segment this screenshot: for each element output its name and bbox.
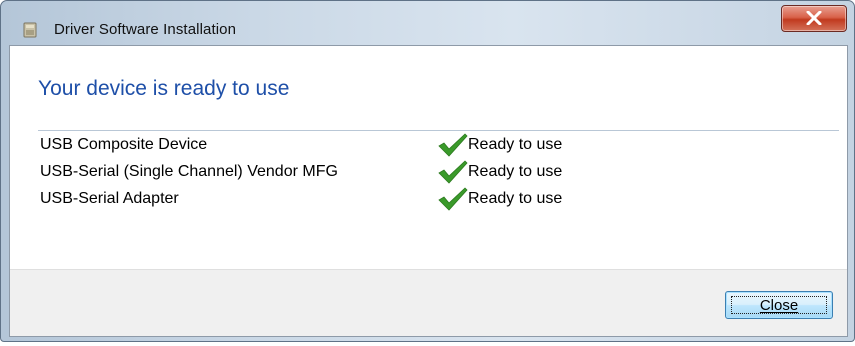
title-bar[interactable]: Driver Software Installation bbox=[1, 1, 854, 45]
list-item: USB-Serial Adapter Ready to use bbox=[10, 187, 847, 214]
dialog-footer: Close bbox=[10, 269, 847, 336]
device-name: USB-Serial Adapter bbox=[40, 190, 179, 207]
close-button-label: Close bbox=[759, 296, 799, 314]
dialog-window: Driver Software Installation Your device… bbox=[0, 0, 855, 342]
dialog-content: Your device is ready to use USB Composit… bbox=[9, 45, 848, 337]
list-item: USB-Serial (Single Channel) Vendor MFG R… bbox=[10, 160, 847, 187]
device-name: USB Composite Device bbox=[40, 136, 208, 153]
status-text: Ready to use bbox=[468, 190, 563, 207]
checkmark-icon bbox=[437, 160, 469, 184]
window-close-button[interactable] bbox=[781, 5, 847, 32]
driver-install-icon bbox=[23, 22, 37, 38]
close-icon bbox=[806, 11, 822, 25]
close-button[interactable]: Close bbox=[725, 291, 833, 319]
divider bbox=[38, 130, 839, 131]
checkmark-icon bbox=[437, 187, 469, 211]
device-name: USB-Serial (Single Channel) Vendor MFG bbox=[40, 163, 338, 180]
window-title: Driver Software Installation bbox=[54, 21, 237, 38]
list-item: USB Composite Device Ready to use bbox=[10, 133, 847, 160]
status-text: Ready to use bbox=[468, 163, 563, 180]
checkmark-icon bbox=[437, 133, 469, 157]
page-title: Your device is ready to use bbox=[38, 77, 290, 100]
status-text: Ready to use bbox=[468, 136, 563, 153]
